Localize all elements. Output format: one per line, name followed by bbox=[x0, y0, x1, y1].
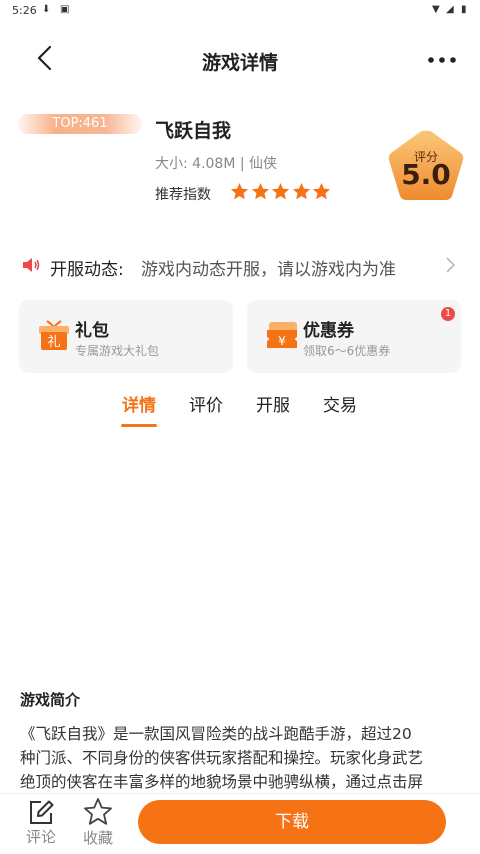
status-time: 5:26 bbox=[12, 4, 37, 17]
tab-reviews[interactable]: 评价 bbox=[189, 391, 223, 416]
intro-line: 种门派、不同身份的侠客供玩家搭配和操控。玩家化身武艺 bbox=[20, 749, 424, 767]
rank-badge: TOP:461 bbox=[18, 114, 142, 134]
recommend-label: 推荐指数 bbox=[155, 187, 211, 203]
gift-card-title: 礼包 bbox=[75, 321, 109, 341]
gift-box-icon: 礼 bbox=[39, 320, 69, 350]
rating-star-icon bbox=[312, 182, 331, 200]
download-status-icon: ⬇ bbox=[42, 4, 51, 15]
favorite-button[interactable]: 收藏 bbox=[76, 797, 120, 847]
coupon-icon-char: ¥ bbox=[278, 334, 286, 348]
gift-pack-card[interactable]: 礼 礼包 专属游戏大礼包 bbox=[19, 300, 233, 373]
notice-text: 游戏内动态开服，请以游戏内为准 bbox=[141, 260, 396, 280]
coupon-card[interactable]: ¥ 优惠券 领取6～6优惠券 bbox=[247, 300, 461, 373]
gift-card-subtitle: 专属游戏大礼包 bbox=[75, 344, 160, 358]
intro-line: 《飞跃自我》是一款国风冒险类的战斗跑酷手游，超过20 bbox=[20, 725, 412, 743]
speaker-icon bbox=[23, 258, 40, 272]
comment-label: 评论 bbox=[25, 828, 56, 846]
page-title: 游戏详情 bbox=[201, 52, 278, 74]
game-meta: 大小: 4.08M | 仙侠 bbox=[155, 156, 278, 172]
rating-star-icon bbox=[251, 182, 269, 200]
comment-button[interactable]: 评论 bbox=[19, 797, 63, 847]
server-notice-row[interactable]: 开服动态: 游戏内动态开服，请以游戏内为准 bbox=[0, 244, 480, 286]
edit-comment-icon bbox=[30, 800, 54, 824]
active-tab-indicator bbox=[121, 424, 157, 427]
coupon-count-badge: 1 bbox=[441, 307, 455, 321]
intro-line: 绝顶的侠客在丰富多样的地貌场景中驰骋纵横，通过点击屏 bbox=[20, 773, 424, 791]
rating-star-icon bbox=[230, 182, 249, 200]
intro-title: 游戏简介 bbox=[20, 691, 81, 709]
chevron-right-icon bbox=[446, 257, 456, 273]
game-name: 飞跃自我 bbox=[155, 120, 232, 142]
status-bar: 5:26 ⬇ ▣ ▼ ◢ ▮ bbox=[0, 0, 480, 22]
gift-icon-char: 礼 bbox=[47, 334, 60, 350]
intro-body: 《飞跃自我》是一款国风冒险类的战斗跑酷手游，超过20 种门派、不同身份的侠客供玩… bbox=[20, 722, 460, 794]
tab-servers[interactable]: 开服 bbox=[256, 391, 290, 416]
wifi-icon: ▼ bbox=[432, 4, 440, 15]
coupon-card-title: 优惠券 bbox=[303, 321, 354, 341]
coupon-ticket-icon: ¥ bbox=[267, 322, 297, 348]
score-value: 5.0 bbox=[401, 158, 451, 191]
recommend-stars bbox=[230, 182, 333, 205]
coupon-card-subtitle: 领取6～6优惠券 bbox=[303, 344, 391, 358]
tab-trade[interactable]: 交易 bbox=[323, 391, 357, 416]
notice-label: 开服动态: bbox=[50, 260, 124, 280]
favorite-label: 收藏 bbox=[82, 829, 113, 847]
rating-star-icon bbox=[271, 182, 290, 200]
battery-icon: ▮ bbox=[461, 4, 467, 15]
signal-icon: ◢ bbox=[446, 4, 454, 15]
download-button[interactable]: 下载 bbox=[138, 800, 446, 844]
more-dots-icon bbox=[428, 57, 456, 63]
star-outline-icon bbox=[84, 798, 112, 825]
rating-star-icon bbox=[292, 182, 310, 200]
notification-icon: ▣ bbox=[60, 4, 70, 15]
tab-details[interactable]: 详情 bbox=[122, 391, 156, 416]
more-button[interactable] bbox=[424, 46, 460, 74]
